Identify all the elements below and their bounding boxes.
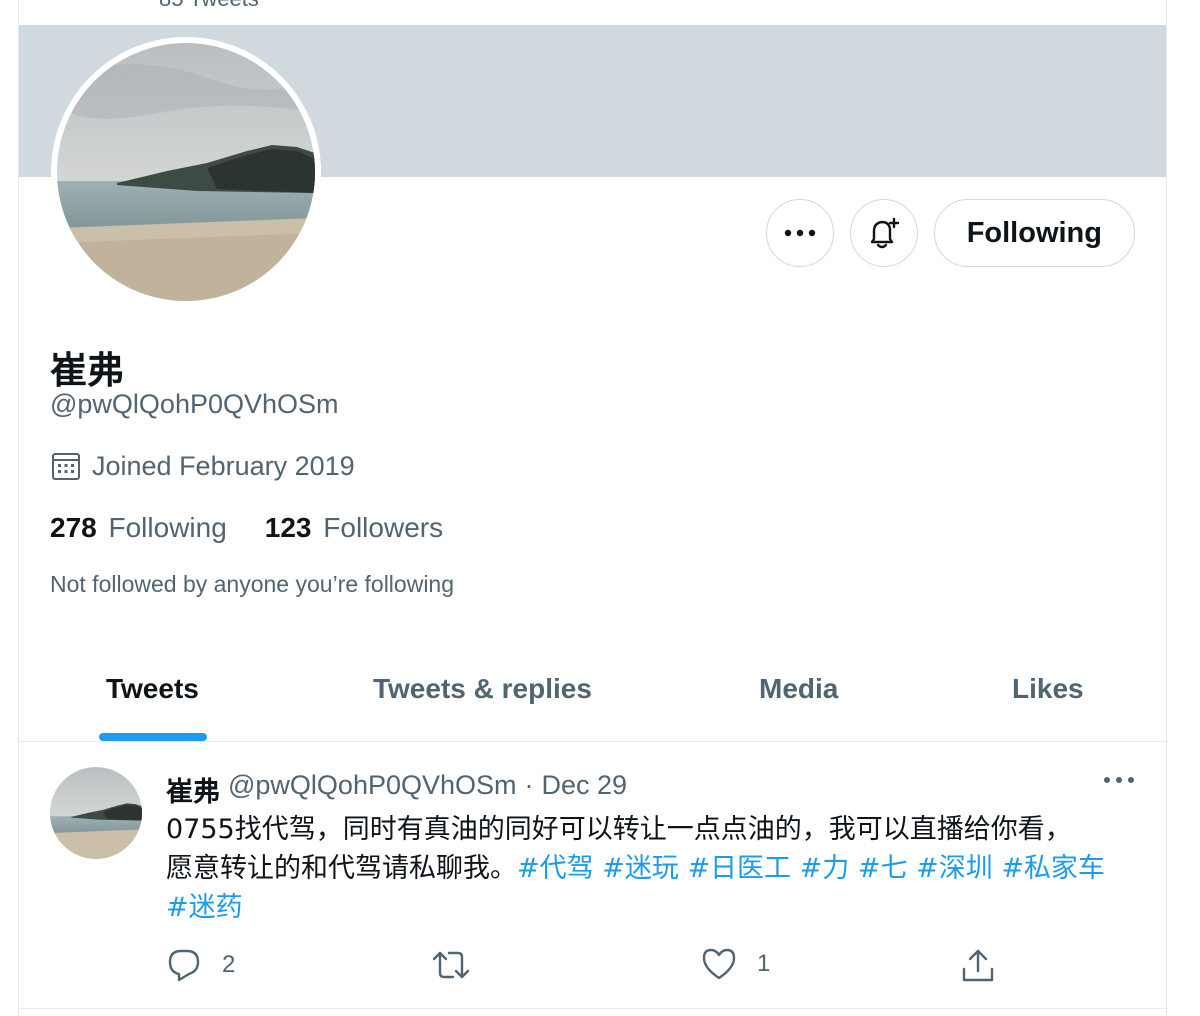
hashtag[interactable]: #迷玩	[602, 853, 679, 884]
notifications-button[interactable]	[849, 199, 918, 267]
hashtag[interactable]: #私家车	[1001, 853, 1105, 884]
avatar-image	[57, 43, 315, 301]
mutual-followers-note: Not followed by anyone you’re following	[50, 571, 455, 597]
retweet-button[interactable]	[431, 947, 491, 983]
followers-count: 123	[264, 512, 312, 543]
share-icon	[962, 949, 994, 982]
following-count: 278	[50, 512, 97, 543]
active-tab-indicator	[99, 733, 207, 741]
reply-count: 2	[222, 951, 236, 978]
more-horizontal-icon	[784, 229, 815, 237]
header-tweet-count: 85 Tweets	[159, 0, 259, 12]
retweet-icon	[432, 951, 470, 979]
tweet-item[interactable]: 崔弗 @pwQlQohP0QVhOSm · Dec 29 0755找代驾，同时有…	[19, 743, 1166, 1009]
hashtag[interactable]: #代驾	[517, 853, 594, 884]
tweet-date[interactable]: Dec 29	[542, 770, 628, 809]
profile-page: 85 Tweets	[18, 0, 1167, 1016]
tweet-more-button[interactable]	[1103, 771, 1135, 789]
following-stat[interactable]: 278 Following	[50, 512, 227, 544]
followers-label: Followers	[323, 512, 444, 543]
like-count: 1	[757, 950, 771, 977]
hashtag[interactable]: #力	[800, 853, 850, 884]
tweet-author-avatar[interactable]	[50, 767, 142, 859]
avatar-image	[50, 767, 142, 859]
tweet-text-line1: 0755找代驾，同时有真油的同好可以转让一点点油的，我可以直播给你看，	[166, 814, 1072, 845]
more-horizontal-icon	[1104, 777, 1134, 783]
heart-icon	[702, 948, 736, 980]
profile-tabs: Tweets Tweets & replies Media Likes	[19, 640, 1166, 742]
more-button[interactable]	[765, 199, 834, 267]
hashtag[interactable]: #迷药	[166, 892, 243, 923]
following-button[interactable]: Following	[933, 199, 1135, 267]
joined-date: Joined February 2019	[50, 450, 355, 482]
calendar-icon	[52, 453, 80, 480]
tab-likes[interactable]: Likes	[1012, 673, 1084, 705]
tab-media[interactable]: Media	[759, 673, 838, 705]
like-button[interactable]: 1	[701, 947, 770, 981]
tab-tweets-replies[interactable]: Tweets & replies	[373, 673, 592, 705]
tab-tweets[interactable]: Tweets	[106, 673, 199, 705]
profile-actions: Following	[765, 199, 1135, 267]
tweet-text: 0755找代驾，同时有真油的同好可以转让一点点油的，我可以直播给你看， 愿意转让…	[166, 810, 1156, 927]
follow-stats: 278 Following 123 Followers	[50, 512, 443, 544]
joined-text: Joined February 2019	[92, 450, 355, 481]
tweet-separator: ·	[524, 770, 534, 800]
hashtag[interactable]: #深圳	[916, 853, 993, 884]
bell-plus-icon	[870, 217, 899, 249]
profile-avatar[interactable]	[51, 37, 321, 307]
tweet-text-line2: 愿意转让的和代驾请私聊我。	[166, 853, 517, 884]
tweet-author-handle[interactable]: @pwQlQohP0QVhOSm	[228, 770, 517, 809]
reply-button[interactable]: 2	[166, 947, 235, 983]
share-button[interactable]	[961, 947, 995, 983]
profile-display-name: 崔弗	[50, 349, 124, 392]
hashtag[interactable]: #七	[858, 853, 908, 884]
hashtag[interactable]: #日医工	[687, 853, 791, 884]
tweet-header: 崔弗 @pwQlQohP0QVhOSm · Dec 29	[166, 770, 627, 809]
following-label: Following	[108, 512, 227, 543]
tweet-actions: 2 1	[166, 947, 994, 987]
profile-handle: @pwQlQohP0QVhOSm	[50, 389, 339, 419]
followers-stat[interactable]: 123 Followers	[265, 512, 443, 544]
tweet-author-name[interactable]: 崔弗	[166, 770, 220, 809]
reply-icon	[168, 949, 200, 982]
